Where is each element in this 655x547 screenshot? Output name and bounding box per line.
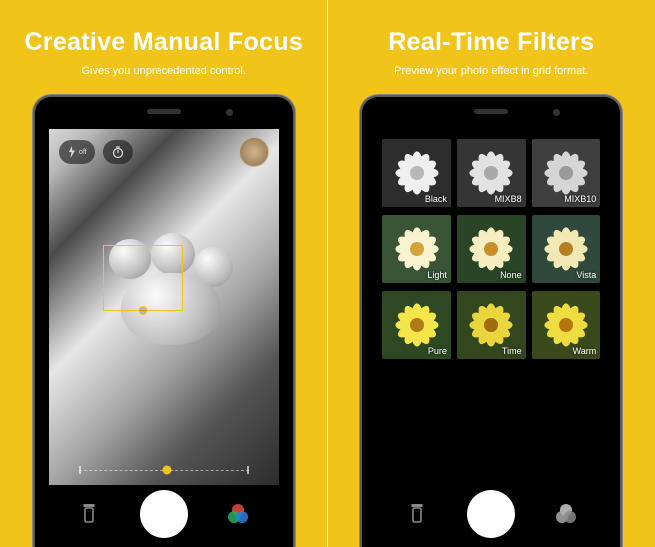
- filter-label: Light: [427, 270, 447, 280]
- flash-icon: [67, 146, 77, 158]
- filter-item[interactable]: Light: [382, 215, 451, 283]
- phone-earpiece: [474, 109, 508, 114]
- flash-toggle[interactable]: off: [59, 140, 95, 164]
- filters-button[interactable]: [551, 499, 581, 529]
- filter-label: Pure: [428, 346, 447, 356]
- mode-switch-icon: [406, 502, 428, 526]
- phone-sensor: [226, 109, 233, 116]
- timer-toggle[interactable]: [103, 140, 133, 164]
- filter-item[interactable]: Warm: [532, 291, 601, 359]
- panel-subtitle: Gives you unprecedented control.: [82, 65, 247, 77]
- camera-bottom-bar: [376, 485, 606, 547]
- filter-item[interactable]: Pure: [382, 291, 451, 359]
- focus-handle[interactable]: [138, 306, 147, 315]
- filter-grid: Black MIXB8 MIXB10 Light None Vista Pure Time Wa…: [382, 139, 600, 359]
- filter-label: Black: [425, 194, 447, 204]
- panel-subtitle: Preview your photo effect in grid format…: [394, 65, 588, 77]
- filter-item[interactable]: None: [457, 215, 526, 283]
- phone-mockup: off: [33, 95, 295, 547]
- phone-screen: Black MIXB8 MIXB10 Light None Vista Pure Time Wa…: [376, 129, 606, 547]
- rgb-filters-icon: [225, 501, 251, 527]
- phone-mockup: Black MIXB8 MIXB10 Light None Vista Pure Time Wa…: [360, 95, 622, 547]
- filter-label: None: [500, 270, 522, 280]
- phone-screen: off: [49, 129, 279, 547]
- camera-viewfinder: off: [49, 129, 279, 485]
- panel-title: Creative Manual Focus: [24, 28, 303, 57]
- filter-item[interactable]: MIXB10: [532, 139, 601, 207]
- filter-item[interactable]: MIXB8: [457, 139, 526, 207]
- focus-slider[interactable]: [79, 469, 249, 471]
- filter-item[interactable]: Black: [382, 139, 451, 207]
- filter-label: Warm: [573, 346, 597, 356]
- filter-label: MIXB10: [564, 194, 596, 204]
- filter-label: MIXB8: [495, 194, 522, 204]
- filter-grid-area: Black MIXB8 MIXB10 Light None Vista Pure Time Wa…: [376, 129, 606, 485]
- panel-title: Real-Time Filters: [388, 28, 594, 57]
- mode-switch-icon: [78, 502, 100, 526]
- mode-switch-button[interactable]: [402, 499, 432, 529]
- focus-slider-handle[interactable]: [163, 466, 172, 475]
- venn-filters-icon: [553, 501, 579, 527]
- filter-item[interactable]: Vista: [532, 215, 601, 283]
- phone-earpiece: [147, 109, 181, 114]
- filter-item[interactable]: Time: [457, 291, 526, 359]
- filters-button[interactable]: [223, 499, 253, 529]
- shutter-button[interactable]: [140, 490, 188, 538]
- camera-bottom-bar: [49, 485, 279, 547]
- timer-icon: [111, 145, 125, 159]
- flash-label: off: [79, 149, 87, 156]
- mode-switch-button[interactable]: [74, 499, 104, 529]
- promo-panel-right: Real-Time Filters Preview your photo eff…: [328, 0, 655, 547]
- focus-indicator[interactable]: [103, 245, 183, 311]
- viewfinder-top-controls: off: [59, 137, 269, 167]
- gallery-thumbnail[interactable]: [239, 137, 269, 167]
- phone-sensor: [553, 109, 560, 116]
- promo-panel-left: Creative Manual Focus Gives you unpreced…: [0, 0, 328, 547]
- shutter-button[interactable]: [467, 490, 515, 538]
- filter-label: Vista: [576, 270, 596, 280]
- filter-label: Time: [502, 346, 522, 356]
